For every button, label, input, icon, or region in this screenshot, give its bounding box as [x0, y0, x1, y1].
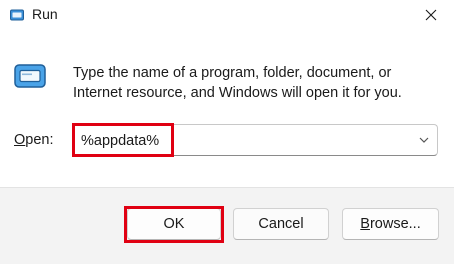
run-dialog: Run Type the name of a program, folder, … — [0, 0, 454, 264]
open-input[interactable] — [81, 131, 401, 151]
close-icon — [425, 8, 437, 24]
open-label-accelerator: O — [14, 132, 26, 148]
chevron-down-icon[interactable] — [417, 133, 431, 147]
dialog-description: Type the name of a program, folder, docu… — [73, 65, 402, 101]
browse-accelerator: B — [360, 216, 370, 232]
close-button[interactable] — [408, 0, 454, 32]
browse-label-text: rowse... — [369, 216, 421, 232]
title-bar: Run — [0, 0, 454, 32]
browse-button[interactable]: Browse... — [342, 208, 439, 240]
open-label: Open: — [14, 132, 54, 148]
cancel-button[interactable]: Cancel — [233, 208, 329, 240]
ok-button[interactable]: OK — [127, 208, 221, 240]
open-combobox[interactable] — [72, 124, 438, 156]
run-app-icon — [10, 8, 24, 22]
window-title: Run — [32, 6, 58, 22]
run-dialog-icon — [12, 62, 48, 90]
open-label-text: pen: — [25, 132, 54, 148]
